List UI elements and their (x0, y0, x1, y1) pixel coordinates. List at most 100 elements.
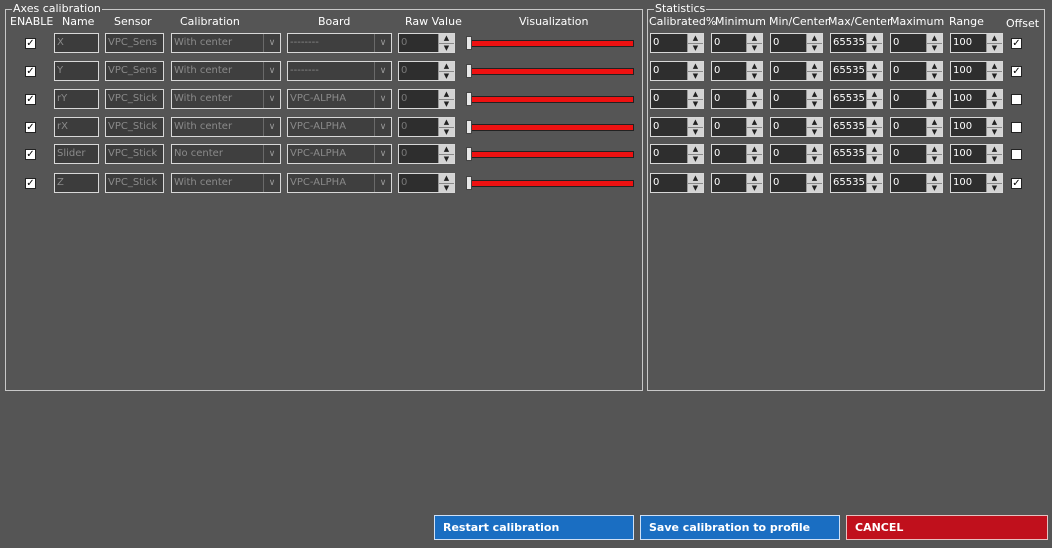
range-field[interactable]: 100 ▲ ▼ (950, 61, 1003, 81)
slider-thumb[interactable] (466, 36, 472, 50)
down-arrow-icon[interactable]: ▼ (867, 155, 882, 163)
enable-checkbox[interactable]: ✓ (25, 94, 36, 105)
max-center-field[interactable]: 65535 ▲ ▼ (830, 89, 883, 109)
spin-buttons[interactable]: ▲ ▼ (866, 118, 882, 136)
up-arrow-icon[interactable]: ▲ (927, 118, 942, 128)
down-arrow-icon[interactable]: ▼ (439, 128, 454, 136)
spin-buttons[interactable]: ▲ ▼ (746, 90, 762, 108)
down-arrow-icon[interactable]: ▼ (688, 72, 703, 80)
up-arrow-icon[interactable]: ▲ (747, 145, 762, 155)
down-arrow-icon[interactable]: ▼ (927, 155, 942, 163)
spin-buttons[interactable]: ▲ ▼ (926, 174, 942, 192)
calibration-select[interactable]: With center ∨ (171, 89, 281, 109)
down-arrow-icon[interactable]: ▼ (439, 184, 454, 192)
raw-value-field[interactable]: 0 ▲ ▼ (398, 61, 455, 81)
down-arrow-icon[interactable]: ▼ (747, 44, 762, 52)
minimum-field[interactable]: 0 ▲ ▼ (711, 173, 763, 193)
enable-checkbox[interactable]: ✓ (25, 178, 36, 189)
slider-thumb[interactable] (466, 64, 472, 78)
max-center-field[interactable]: 65535 ▲ ▼ (830, 117, 883, 137)
down-arrow-icon[interactable]: ▼ (688, 100, 703, 108)
up-arrow-icon[interactable]: ▲ (747, 118, 762, 128)
save-calibration-button[interactable]: Save calibration to profile (640, 515, 840, 540)
up-arrow-icon[interactable]: ▲ (439, 174, 454, 184)
down-arrow-icon[interactable]: ▼ (688, 128, 703, 136)
spin-buttons[interactable]: ▲ ▼ (687, 145, 703, 163)
up-arrow-icon[interactable]: ▲ (927, 174, 942, 184)
up-arrow-icon[interactable]: ▲ (987, 145, 1002, 155)
calibrated-field[interactable]: 0 ▲ ▼ (650, 33, 704, 53)
raw-value-field[interactable]: 0 ▲ ▼ (398, 33, 455, 53)
spin-buttons[interactable]: ▲ ▼ (806, 34, 822, 52)
spin-buttons[interactable]: ▲ ▼ (687, 90, 703, 108)
spin-buttons[interactable]: ▲ ▼ (866, 90, 882, 108)
down-arrow-icon[interactable]: ▼ (927, 100, 942, 108)
spin-buttons[interactable]: ▲ ▼ (438, 118, 454, 136)
spin-buttons[interactable]: ▲ ▼ (806, 174, 822, 192)
spin-buttons[interactable]: ▲ ▼ (926, 118, 942, 136)
spin-buttons[interactable]: ▲ ▼ (438, 174, 454, 192)
down-arrow-icon[interactable]: ▼ (807, 72, 822, 80)
up-arrow-icon[interactable]: ▲ (688, 118, 703, 128)
calibrated-field[interactable]: 0 ▲ ▼ (650, 117, 704, 137)
maximum-field[interactable]: 0 ▲ ▼ (890, 117, 943, 137)
down-arrow-icon[interactable]: ▼ (807, 155, 822, 163)
down-arrow-icon[interactable]: ▼ (807, 128, 822, 136)
up-arrow-icon[interactable]: ▲ (927, 34, 942, 44)
down-arrow-icon[interactable]: ▼ (807, 100, 822, 108)
maximum-field[interactable]: 0 ▲ ▼ (890, 173, 943, 193)
range-field[interactable]: 100 ▲ ▼ (950, 173, 1003, 193)
max-center-field[interactable]: 65535 ▲ ▼ (830, 173, 883, 193)
down-arrow-icon[interactable]: ▼ (439, 155, 454, 163)
down-arrow-icon[interactable]: ▼ (987, 184, 1002, 192)
up-arrow-icon[interactable]: ▲ (927, 90, 942, 100)
up-arrow-icon[interactable]: ▲ (807, 34, 822, 44)
slider-thumb[interactable] (466, 147, 472, 161)
spin-buttons[interactable]: ▲ ▼ (806, 118, 822, 136)
spin-buttons[interactable]: ▲ ▼ (438, 90, 454, 108)
maximum-field[interactable]: 0 ▲ ▼ (890, 33, 943, 53)
visualization-slider[interactable] (466, 92, 634, 106)
up-arrow-icon[interactable]: ▲ (747, 90, 762, 100)
up-arrow-icon[interactable]: ▲ (807, 118, 822, 128)
spin-buttons[interactable]: ▲ ▼ (687, 118, 703, 136)
spin-buttons[interactable]: ▲ ▼ (986, 62, 1002, 80)
min-center-field[interactable]: 0 ▲ ▼ (770, 61, 823, 81)
spin-buttons[interactable]: ▲ ▼ (687, 62, 703, 80)
up-arrow-icon[interactable]: ▲ (439, 90, 454, 100)
minimum-field[interactable]: 0 ▲ ▼ (711, 117, 763, 137)
down-arrow-icon[interactable]: ▼ (867, 184, 882, 192)
range-field[interactable]: 100 ▲ ▼ (950, 144, 1003, 164)
spin-buttons[interactable]: ▲ ▼ (687, 174, 703, 192)
down-arrow-icon[interactable]: ▼ (987, 72, 1002, 80)
down-arrow-icon[interactable]: ▼ (439, 44, 454, 52)
down-arrow-icon[interactable]: ▼ (927, 44, 942, 52)
spin-buttons[interactable]: ▲ ▼ (438, 145, 454, 163)
down-arrow-icon[interactable]: ▼ (439, 100, 454, 108)
down-arrow-icon[interactable]: ▼ (867, 44, 882, 52)
up-arrow-icon[interactable]: ▲ (688, 174, 703, 184)
slider-thumb[interactable] (466, 120, 472, 134)
down-arrow-icon[interactable]: ▼ (927, 184, 942, 192)
calibrated-field[interactable]: 0 ▲ ▼ (650, 144, 704, 164)
down-arrow-icon[interactable]: ▼ (439, 72, 454, 80)
up-arrow-icon[interactable]: ▲ (439, 145, 454, 155)
down-arrow-icon[interactable]: ▼ (987, 155, 1002, 163)
up-arrow-icon[interactable]: ▲ (987, 174, 1002, 184)
spin-buttons[interactable]: ▲ ▼ (746, 174, 762, 192)
spin-buttons[interactable]: ▲ ▼ (806, 90, 822, 108)
raw-value-field[interactable]: 0 ▲ ▼ (398, 89, 455, 109)
board-select[interactable]: -------- ∨ (287, 61, 392, 81)
sensor-field[interactable]: VPC_Stick (105, 144, 164, 164)
offset-checkbox[interactable] (1011, 122, 1022, 133)
down-arrow-icon[interactable]: ▼ (927, 72, 942, 80)
down-arrow-icon[interactable]: ▼ (987, 44, 1002, 52)
up-arrow-icon[interactable]: ▲ (439, 34, 454, 44)
visualization-slider[interactable] (466, 64, 634, 78)
calibrated-field[interactable]: 0 ▲ ▼ (650, 61, 704, 81)
down-arrow-icon[interactable]: ▼ (747, 100, 762, 108)
spin-buttons[interactable]: ▲ ▼ (746, 34, 762, 52)
up-arrow-icon[interactable]: ▲ (867, 145, 882, 155)
up-arrow-icon[interactable]: ▲ (688, 145, 703, 155)
cancel-button[interactable]: CANCEL (846, 515, 1048, 540)
